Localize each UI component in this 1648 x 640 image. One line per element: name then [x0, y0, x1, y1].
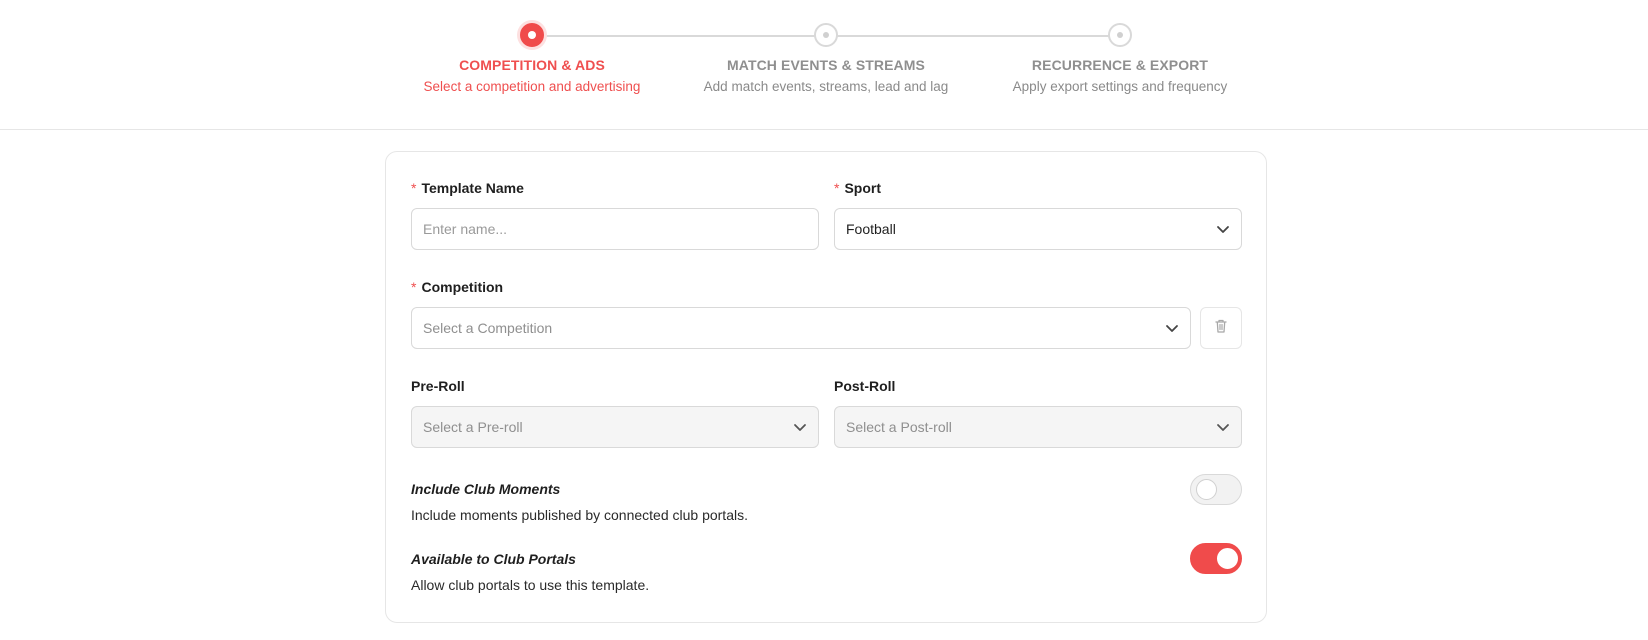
- step-subtitle: Add match events, streams, lead and lag: [703, 79, 949, 94]
- post-roll-select[interactable]: Select a Post-roll: [834, 406, 1242, 448]
- competition-label: * Competition: [411, 279, 504, 295]
- available-to-club-portals-toggle[interactable]: [1190, 543, 1242, 574]
- template-name-label: * Template Name: [411, 180, 524, 196]
- sport-select-value: Football: [846, 221, 896, 237]
- required-marker: *: [834, 180, 840, 196]
- chevron-down-icon: [1216, 222, 1230, 236]
- post-roll-select-placeholder: Select a Post-roll: [846, 419, 952, 435]
- chevron-down-icon: [1216, 420, 1230, 434]
- step-title: MATCH EVENTS & STREAMS: [727, 57, 925, 73]
- step-match-events-streams[interactable]: MATCH EVENTS & STREAMS Add match events,…: [676, 23, 976, 94]
- required-marker: *: [411, 180, 417, 196]
- template-form-card: *Template Name *Sport Football *Competit…: [385, 151, 1267, 623]
- include-club-moments-description: Include moments published by connected c…: [411, 507, 748, 523]
- step-recurrence-export[interactable]: RECURRENCE & EXPORT Apply export setting…: [970, 23, 1270, 94]
- template-name-input[interactable]: [411, 208, 819, 250]
- step-subtitle: Apply export settings and frequency: [1012, 79, 1228, 94]
- trash-icon: [1213, 318, 1229, 339]
- pre-roll-select-placeholder: Select a Pre-roll: [423, 419, 523, 435]
- available-to-club-portals-description: Allow club portals to use this template.: [411, 577, 650, 593]
- toggle-knob: [1196, 479, 1217, 500]
- sport-select[interactable]: Football: [834, 208, 1242, 250]
- pre-roll-select[interactable]: Select a Pre-roll: [411, 406, 819, 448]
- competition-select[interactable]: Select a Competition: [411, 307, 1191, 349]
- post-roll-label: Post-Roll: [834, 378, 896, 394]
- step-title: COMPETITION & ADS: [459, 57, 605, 73]
- toggle-knob: [1217, 548, 1238, 569]
- required-marker: *: [411, 279, 417, 295]
- step-indicator-pending: [1108, 23, 1132, 47]
- available-to-club-portals-title: Available to Club Portals: [411, 551, 576, 567]
- include-club-moments-title: Include Club Moments: [411, 481, 561, 497]
- pre-roll-label: Pre-Roll: [411, 378, 465, 394]
- competition-select-placeholder: Select a Competition: [423, 320, 553, 336]
- step-subtitle: Select a competition and advertising: [423, 79, 641, 94]
- chevron-down-icon: [793, 420, 807, 434]
- include-club-moments-toggle[interactable]: [1190, 474, 1242, 505]
- step-indicator-active: [520, 23, 544, 47]
- step-competition-ads[interactable]: COMPETITION & ADS Select a competition a…: [382, 23, 682, 94]
- delete-competition-button[interactable]: [1200, 307, 1242, 349]
- step-title: RECURRENCE & EXPORT: [1031, 57, 1209, 73]
- sport-label: * Sport: [834, 180, 882, 196]
- chevron-down-icon: [1165, 321, 1179, 335]
- step-indicator-pending: [814, 23, 838, 47]
- wizard-stepper: COMPETITION & ADS Select a competition a…: [0, 0, 1648, 130]
